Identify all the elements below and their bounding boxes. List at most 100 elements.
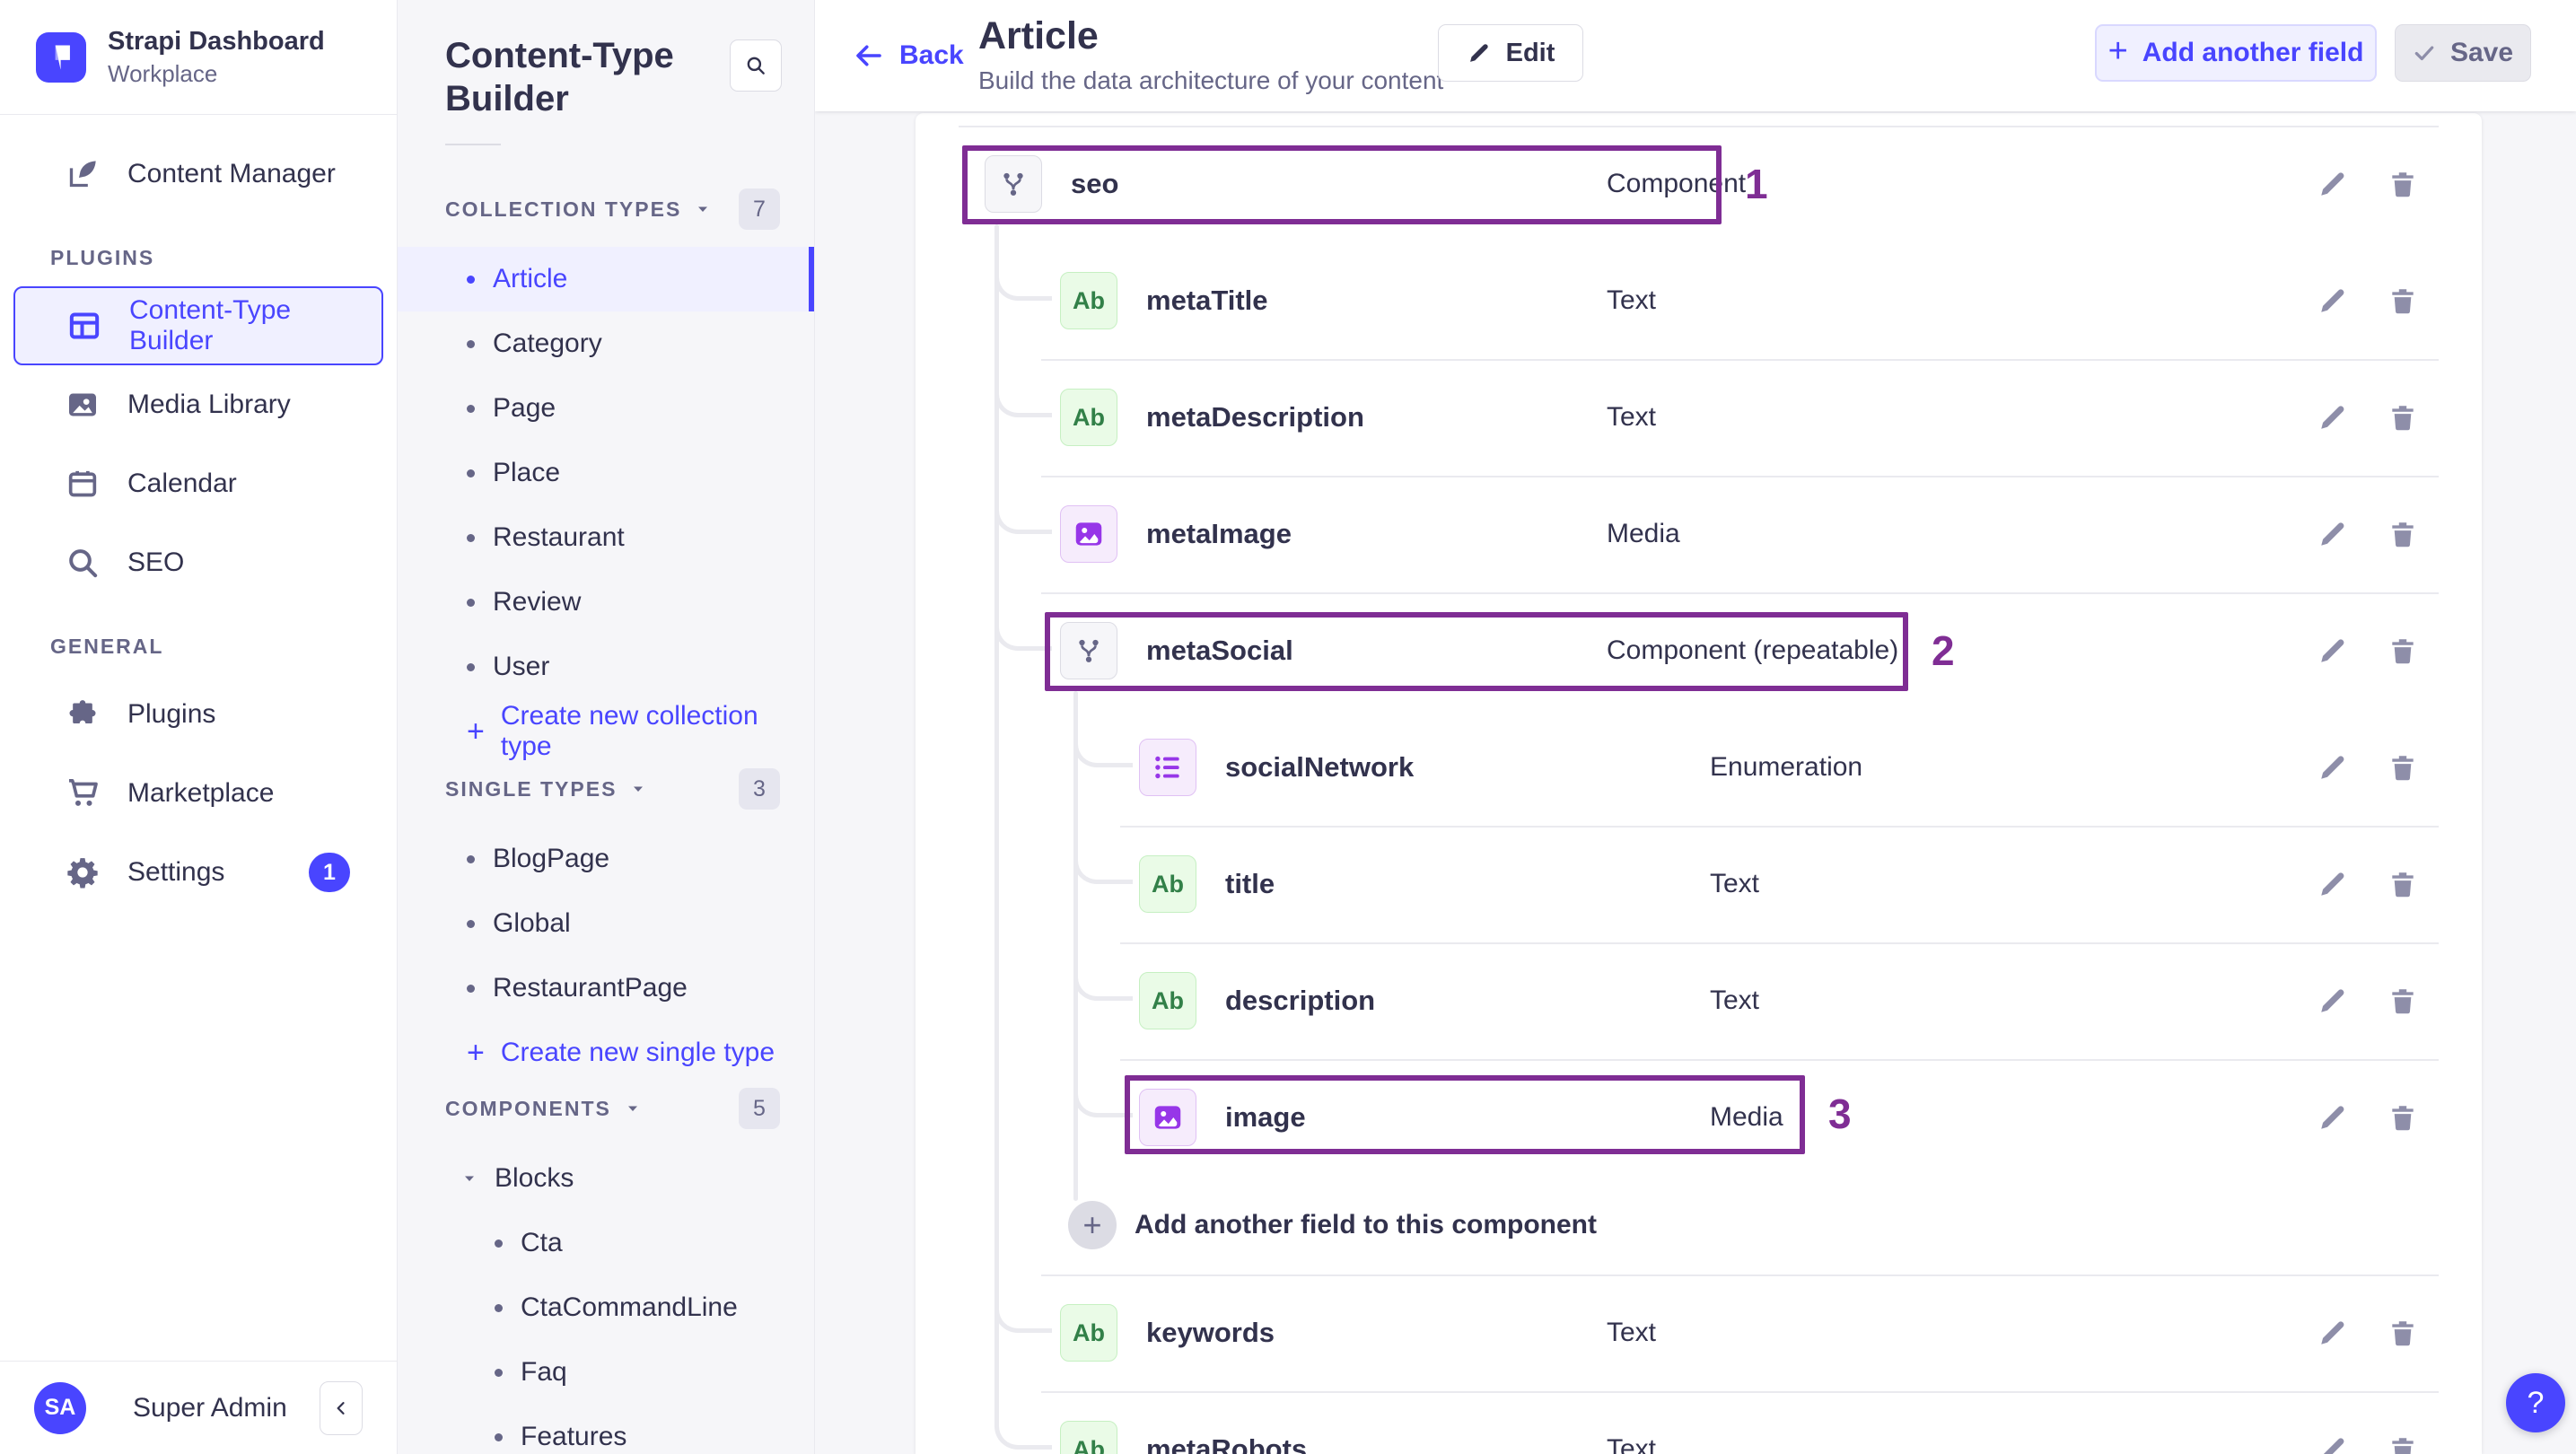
bullet-icon bbox=[467, 275, 475, 284]
sidebar-item-media-library[interactable]: Media Library bbox=[0, 365, 397, 444]
tree-elbow bbox=[1073, 841, 1133, 884]
section-list: Blocks Cta CtaCommandLine Faq Features bbox=[398, 1146, 814, 1454]
sidebar-section-label: GENERAL bbox=[50, 635, 164, 658]
sidebar-item-seo[interactable]: SEO bbox=[0, 523, 397, 602]
plus-icon: + bbox=[467, 1035, 485, 1070]
tree-elbow bbox=[994, 1290, 1052, 1333]
trash-icon bbox=[2387, 985, 2419, 1017]
check-icon bbox=[2413, 41, 2436, 65]
trash-icon bbox=[2387, 868, 2419, 900]
type-item-review[interactable]: Review bbox=[398, 570, 814, 635]
field-row-image: image Media bbox=[916, 1059, 2482, 1176]
edit-field-button[interactable] bbox=[2313, 864, 2353, 904]
type-item-place[interactable]: Place bbox=[398, 441, 814, 505]
collapse-sidebar-button[interactable] bbox=[320, 1380, 363, 1435]
edit-field-button[interactable] bbox=[2313, 1430, 2353, 1454]
create-action-1[interactable]: + Create new single type bbox=[398, 1020, 814, 1085]
sidebar-item-calendar[interactable]: Calendar bbox=[0, 444, 397, 523]
delete-field-button[interactable] bbox=[2383, 1430, 2423, 1454]
type-item-faq[interactable]: Faq bbox=[398, 1340, 814, 1405]
workspace-name: Workplace bbox=[108, 60, 218, 88]
settings-badge: 1 bbox=[309, 853, 350, 892]
create-action-0[interactable]: + Create new collection type bbox=[398, 699, 814, 764]
section-header-single-types[interactable]: SINGLE TYPES 3 bbox=[398, 768, 814, 810]
group-label: Blocks bbox=[495, 1163, 574, 1193]
triangle-down-icon bbox=[462, 1171, 477, 1186]
back-link[interactable]: Back bbox=[853, 39, 964, 72]
edit-field-button[interactable] bbox=[2313, 748, 2353, 787]
type-item-restaurantpage[interactable]: RestaurantPage bbox=[398, 956, 814, 1020]
pencil-icon bbox=[2317, 1433, 2349, 1454]
edit-button[interactable]: Edit bbox=[1438, 24, 1583, 82]
annotation-number-2: 2 bbox=[1932, 627, 1955, 674]
edit-field-button[interactable] bbox=[2313, 398, 2353, 437]
type-item-restaurant[interactable]: Restaurant bbox=[398, 505, 814, 570]
type-item-category[interactable]: Category bbox=[398, 311, 814, 376]
field-list-card: seo Component 1 Ab metaTitle Text Ab metaDescri… bbox=[916, 113, 2482, 1454]
save-button[interactable]: Save bbox=[2395, 24, 2531, 82]
delete-field-button[interactable] bbox=[2383, 164, 2423, 204]
type-item-features[interactable]: Features bbox=[398, 1405, 814, 1454]
edit-field-button[interactable] bbox=[2313, 631, 2353, 670]
delete-field-button[interactable] bbox=[2383, 398, 2423, 437]
edit-field-button[interactable] bbox=[2313, 1098, 2353, 1137]
tree-elbow bbox=[994, 374, 1052, 417]
sidebar-item-marketplace[interactable]: Marketplace bbox=[0, 754, 397, 833]
topbar: Back Article Build the data architecture… bbox=[815, 0, 2576, 111]
bullet-icon bbox=[495, 1368, 503, 1377]
delete-field-button[interactable] bbox=[2383, 1098, 2423, 1137]
bullet-icon bbox=[495, 1303, 503, 1312]
sidebar-item-content-type-builder[interactable]: Content-Type Builder bbox=[13, 286, 383, 365]
type-item-label: CtaCommandLine bbox=[521, 1292, 738, 1322]
avatar[interactable]: SA bbox=[34, 1381, 86, 1434]
delete-field-button[interactable] bbox=[2383, 981, 2423, 1020]
edit-field-button[interactable] bbox=[2313, 514, 2353, 554]
sidebar-footer: SA Super Admin bbox=[0, 1361, 397, 1454]
chevron-down-icon bbox=[696, 202, 710, 216]
section-header-collection-types[interactable]: COLLECTION TYPES 7 bbox=[398, 188, 814, 230]
annotation-number-1: 1 bbox=[1745, 161, 1768, 207]
section-list: Article Category Page Place Restaurant Review… bbox=[398, 247, 814, 764]
brand: Strapi Dashboard Workplace bbox=[0, 0, 397, 115]
type-item-blogpage[interactable]: BlogPage bbox=[398, 827, 814, 891]
chevron-down-icon bbox=[631, 782, 645, 796]
delete-field-button[interactable] bbox=[2383, 1313, 2423, 1353]
edit-field-button[interactable] bbox=[2313, 981, 2353, 1020]
sidebar-item-content-manager[interactable]: Content Manager bbox=[0, 135, 397, 214]
search-button[interactable] bbox=[730, 39, 782, 92]
type-item-cta[interactable]: Cta bbox=[398, 1211, 814, 1275]
pencil-icon bbox=[2317, 868, 2349, 900]
search-icon bbox=[744, 54, 767, 77]
enumeration-field-icon bbox=[1139, 739, 1196, 796]
edit-field-button[interactable] bbox=[2313, 164, 2353, 204]
help-button[interactable]: ? bbox=[2506, 1373, 2565, 1432]
delete-field-button[interactable] bbox=[2383, 748, 2423, 787]
trash-icon bbox=[2387, 1101, 2419, 1134]
delete-field-button[interactable] bbox=[2383, 631, 2423, 670]
edit-field-button[interactable] bbox=[2313, 281, 2353, 320]
pencil-icon bbox=[2317, 751, 2349, 784]
sidebar-item-plugins[interactable]: Plugins bbox=[0, 675, 397, 754]
type-item-article[interactable]: Article bbox=[398, 247, 814, 311]
tree-elbow bbox=[994, 258, 1052, 301]
field-row-keywords: Ab keywords Text bbox=[916, 1274, 2482, 1391]
edit-field-button[interactable] bbox=[2313, 1313, 2353, 1353]
type-item-global[interactable]: Global bbox=[398, 891, 814, 956]
section-header-components[interactable]: COMPONENTS 5 bbox=[398, 1088, 814, 1129]
type-item-page[interactable]: Page bbox=[398, 376, 814, 441]
delete-field-button[interactable] bbox=[2383, 514, 2423, 554]
type-item-user[interactable]: User bbox=[398, 635, 814, 699]
text-field-icon: Ab bbox=[1060, 389, 1117, 446]
add-another-field-button[interactable]: + Add another field bbox=[2095, 24, 2377, 82]
delete-field-button[interactable] bbox=[2383, 864, 2423, 904]
delete-field-button[interactable] bbox=[2383, 281, 2423, 320]
add-field-to-component-label[interactable]: Add another field to this component bbox=[1135, 1210, 1597, 1240]
type-item-ctacommandline[interactable]: CtaCommandLine bbox=[398, 1275, 814, 1340]
add-field-plus-button[interactable]: + bbox=[1068, 1201, 1117, 1249]
tree-elbow bbox=[1073, 1074, 1133, 1117]
component-group-blocks[interactable]: Blocks bbox=[398, 1146, 814, 1211]
sidebar-item-settings[interactable]: Settings 1 bbox=[0, 833, 397, 912]
type-item-label: Category bbox=[493, 328, 602, 358]
type-item-label: BlogPage bbox=[493, 844, 610, 873]
row-actions bbox=[2313, 164, 2423, 204]
